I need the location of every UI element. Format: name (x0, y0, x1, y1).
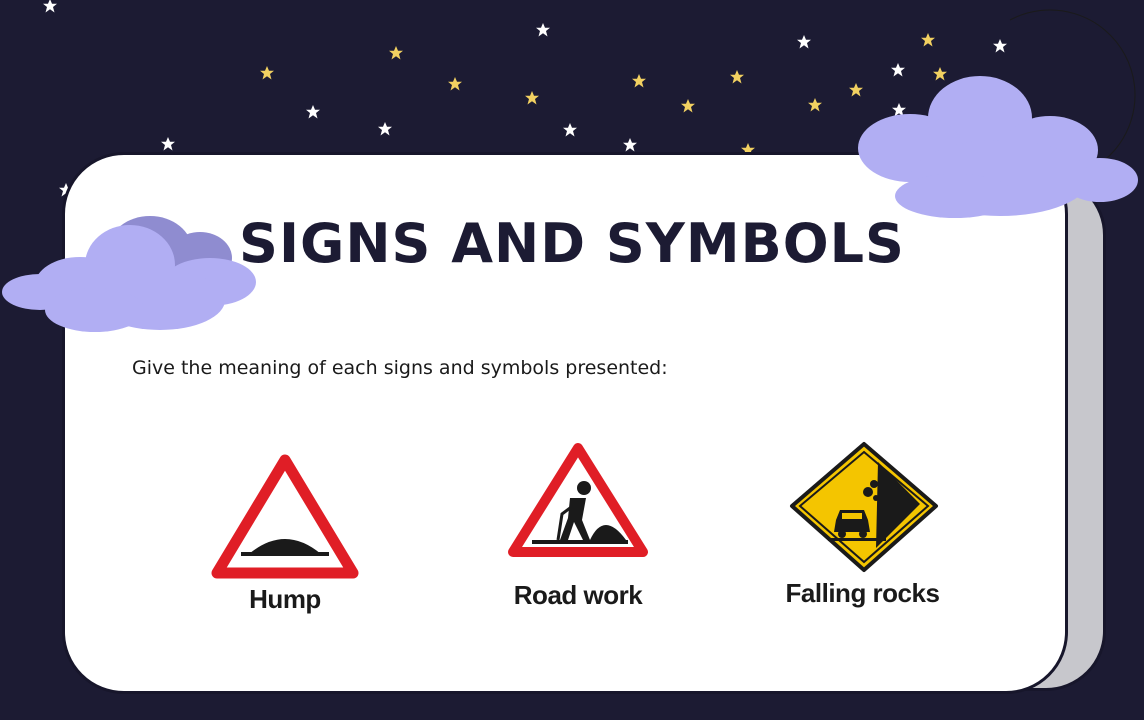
decorations (2, 9, 1138, 332)
cloud-icon (858, 76, 1138, 218)
slide: SIGNS AND SYMBOLS Give the meaning of ea… (0, 0, 1144, 720)
cloud-icon (2, 216, 256, 332)
